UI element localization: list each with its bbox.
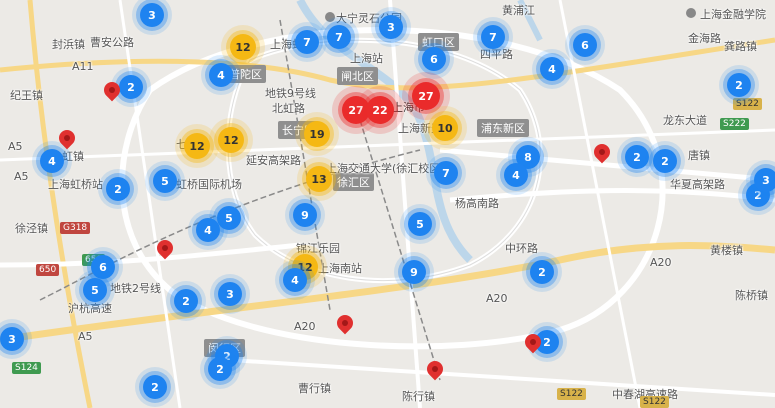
label-chenhang: 陈行镇 [402,390,435,403]
map-cluster[interactable]: 2 [119,75,143,99]
map-cluster[interactable]: 22 [366,96,394,124]
map-cluster[interactable]: 5 [153,169,177,193]
map-cluster[interactable]: 7 [481,25,505,49]
label-tangzhen: 唐镇 [688,149,710,162]
map-cluster[interactable]: 6 [91,255,115,279]
shield-s122c: S122 [640,396,669,408]
map-cluster[interactable]: 6 [573,33,597,57]
label-metro9: 地铁9号线 [265,87,316,100]
map-cluster[interactable]: 10 [432,115,458,141]
label-hongqiao-station: 上海虹桥站 [48,178,103,191]
label-yanan: 延安高架路 [246,154,301,167]
label-shanghai-south: 上海南站 [318,262,362,275]
map-cluster[interactable]: 4 [283,268,307,292]
district-pudong: 浦东新区 [477,119,529,137]
map-cluster[interactable]: 2 [727,73,751,97]
label-a20b: A20 [294,320,316,333]
map-canvas[interactable]: 普陀区 闸北区 虹口区 长宁区 浦东新区 徐汇区 闵行区 封浜镇 曹安公路 纪王… [0,0,775,408]
shield-s222: S222 [720,118,749,130]
map-cluster[interactable]: 5 [408,212,432,236]
map-cluster[interactable]: 12 [230,34,256,60]
label-metro2: 地铁2号线 [110,282,161,295]
label-a20: A20 [486,292,508,305]
label-yanggao: 杨高南路 [455,197,499,210]
label-hongqiao-zhen: 虹镇 [62,150,84,163]
map-cluster[interactable]: 4 [209,63,233,87]
label-a11: A11 [72,60,94,73]
school-poi-icon [686,8,696,18]
map-cluster[interactable]: 2 [653,149,677,173]
map-cluster[interactable]: 3 [754,168,775,192]
label-longdong: 龙东大道 [663,114,707,127]
label-zhonghuan: 中环路 [505,242,538,255]
label-gongyuan: 龚路镇 [724,40,757,53]
map-cluster[interactable]: 7 [295,30,319,54]
map-cluster[interactable]: 12 [184,133,210,159]
label-fengbang: 封浜镇 [52,38,85,51]
label-jinrong: 上海金融学院 [700,8,766,21]
map-cluster[interactable]: 2 [143,375,167,399]
label-jinhai: 金海路 [688,32,721,45]
map-cluster[interactable]: 2 [106,177,130,201]
huhang-highway [0,242,301,268]
label-a20c: A20 [650,256,672,269]
map-cluster[interactable]: 2 [174,289,198,313]
label-a5b: A5 [14,170,29,183]
map-cluster[interactable]: 3 [379,15,403,39]
shield-s124: S124 [12,362,41,374]
map-cluster[interactable]: 9 [402,260,426,284]
shield-g318: G318 [60,222,91,234]
label-huaxia: 华夏高架路 [670,178,725,191]
map-cluster[interactable]: 6 [422,47,446,71]
label-xujing: 徐泾镇 [15,222,48,235]
label-a5c: A5 [78,330,93,343]
label-hongqiao-airport: 虹桥国际机场 [176,178,242,191]
map-cluster[interactable]: 27 [412,82,440,110]
map-cluster[interactable]: 3 [140,3,164,27]
map-cluster[interactable]: 2 [530,260,554,284]
district-zhabei: 闸北区 [337,67,378,85]
shield-s122: S122 [733,98,762,110]
map-cluster[interactable]: 13 [306,166,332,192]
shield-s122b: S122 [557,388,586,400]
map-cluster[interactable]: 4 [196,218,220,242]
park-poi-icon [325,12,335,22]
label-a5: A5 [8,140,23,153]
map-cluster[interactable]: 4 [540,57,564,81]
map-cluster[interactable]: 12 [218,127,244,153]
road-network [0,0,775,408]
map-cluster[interactable]: 5 [83,278,107,302]
label-jiwang: 纪王镇 [10,89,43,102]
label-chenqiao: 陈桥镇 [735,289,768,302]
map-cluster[interactable]: 3 [0,327,24,351]
map-cluster[interactable]: 4 [504,163,528,187]
label-huanglou: 黄楼镇 [710,244,743,257]
label-sjtu: 上海交通大学(徐汇校区) [326,162,445,175]
map-cluster[interactable]: 2 [625,145,649,169]
shield-650: 650 [36,264,60,276]
label-huhang: 沪杭高速 [68,302,112,315]
map-cluster[interactable]: 5 [217,206,241,230]
map-cluster[interactable]: 7 [327,25,351,49]
map-cluster[interactable]: 9 [293,203,317,227]
map-cluster[interactable]: 4 [40,149,64,173]
label-caohang: 曹行镇 [298,382,331,395]
map-cluster[interactable]: 2 [208,357,232,381]
label-beihong: 北虹路 [272,102,305,115]
map-cluster[interactable]: 3 [218,282,242,306]
map-cluster[interactable]: 7 [434,161,458,185]
label-caoan: 曹安公路 [90,36,134,49]
label-shanghai-station: 上海站 [350,52,383,65]
label-huangpu: 黄浦江 [502,4,535,17]
map-cluster[interactable]: 19 [304,121,330,147]
